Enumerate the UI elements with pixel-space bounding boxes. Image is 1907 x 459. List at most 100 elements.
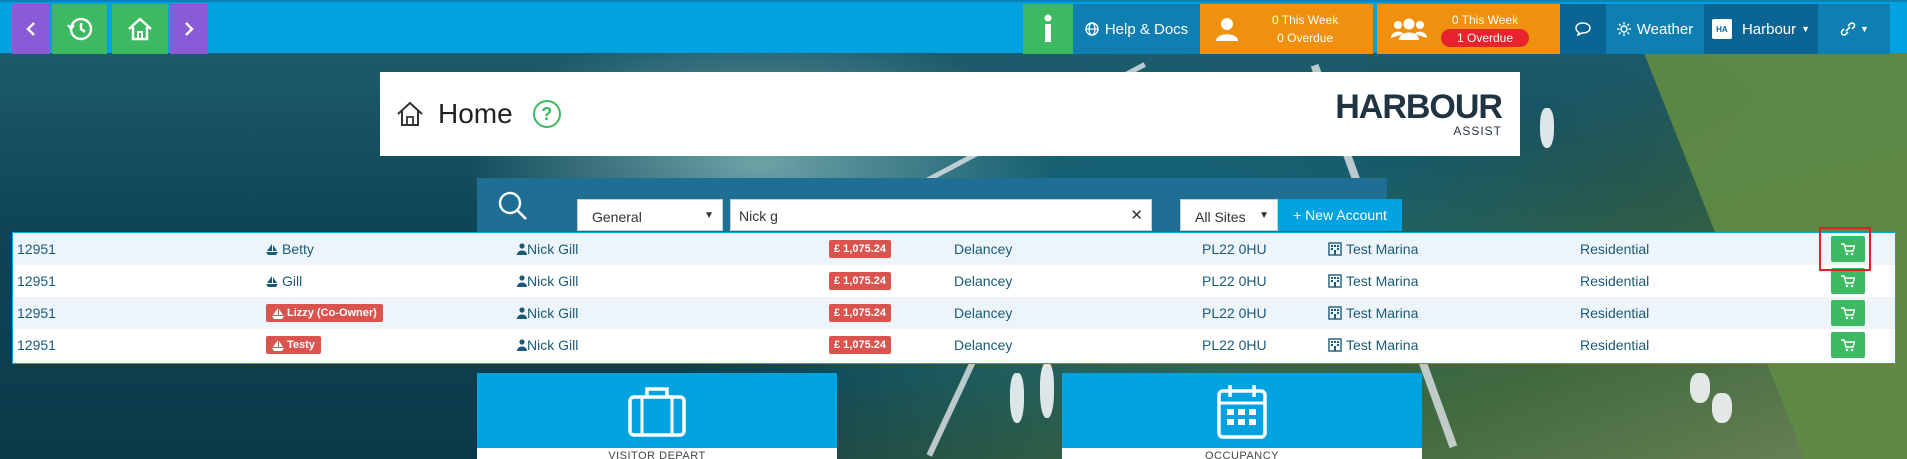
owner-link[interactable]: Nick Gill xyxy=(517,233,578,265)
briefcase-icon xyxy=(628,387,686,437)
site-link[interactable]: Test Marina xyxy=(1328,329,1418,361)
site-link[interactable]: Test Marina xyxy=(1328,297,1418,329)
weather-label: Weather xyxy=(1636,20,1694,38)
account-id: 12951 xyxy=(17,273,56,289)
caret-down-icon: ▼ xyxy=(1801,24,1811,34)
cart-button[interactable] xyxy=(1831,268,1865,294)
building-icon xyxy=(1328,306,1342,320)
help-icon[interactable]: ? xyxy=(532,100,561,128)
address: Delancey xyxy=(954,305,1013,321)
caret-down-icon: ▼ xyxy=(704,210,714,221)
account-type: Residential xyxy=(1580,241,1650,257)
individual-tasks-button[interactable]: 0 This Week 0 Overdue xyxy=(1200,4,1373,54)
site-name: Test Marina xyxy=(1346,305,1419,321)
user-icon xyxy=(517,307,527,319)
user-icon xyxy=(517,243,527,255)
chevron-right-icon xyxy=(185,22,194,36)
history-button[interactable] xyxy=(52,4,107,54)
harbour-logo-badge: HA xyxy=(1711,19,1732,39)
boat-tag[interactable]: Testy xyxy=(266,336,321,354)
page-title: Home xyxy=(438,98,513,129)
logo-sub-text: ASSIST xyxy=(1453,124,1502,138)
top-navbar: Help & Docs 0 This Week 0 Overdue 0 This… xyxy=(0,0,1907,54)
table-row[interactable]: 12951 Betty Nick Gill £ 1,075.24 Delance… xyxy=(13,233,1895,265)
tile-visitor-depart[interactable]: VISITOR DEPART xyxy=(477,373,837,459)
individual-overdue: 0 Overdue xyxy=(1277,31,1334,45)
site-link[interactable]: Test Marina xyxy=(1328,233,1418,265)
messages-button[interactable] xyxy=(1560,4,1606,54)
owner-name: Nick Gill xyxy=(527,337,579,353)
sites-select[interactable]: All Sites ▼ xyxy=(1180,199,1278,231)
harbour-menu-button[interactable]: HA Harbour ▼ xyxy=(1704,4,1818,54)
history-icon xyxy=(66,17,92,41)
address: Delancey xyxy=(954,273,1013,289)
user-icon xyxy=(517,275,527,287)
clear-search-icon[interactable]: ✕ xyxy=(1130,206,1143,224)
harbour-label: Harbour xyxy=(1741,20,1797,38)
tile-label: OCCUPANCY xyxy=(1062,448,1422,459)
postcode: PL22 0HU xyxy=(1202,337,1267,353)
site-name: Test Marina xyxy=(1346,241,1419,257)
boat-tag[interactable]: Lizzy (Co-Owner) xyxy=(266,304,383,322)
sites-value: All Sites xyxy=(1195,209,1246,225)
table-row[interactable]: 12951 Testy Nick Gill £ 1,075.24 Delance… xyxy=(13,329,1895,361)
search-results-list: 12951 Betty Nick Gill £ 1,075.24 Delance… xyxy=(12,232,1896,364)
account-id: 12951 xyxy=(17,337,56,353)
postcode: PL22 0HU xyxy=(1202,241,1267,257)
tile-label: VISITOR DEPART xyxy=(477,448,837,459)
balance-badge: £ 1,075.24 xyxy=(829,240,891,258)
users-icon xyxy=(1391,18,1427,40)
chat-icon xyxy=(1575,22,1591,36)
info-icon xyxy=(1044,14,1052,42)
boat-link[interactable]: Betty xyxy=(266,241,314,257)
table-row[interactable]: 12951 Lizzy (Co-Owner) Nick Gill £ 1,075… xyxy=(13,297,1895,329)
address: Delancey xyxy=(954,337,1013,353)
help-docs-label: Help & Docs xyxy=(1104,20,1189,38)
account-type: Residential xyxy=(1580,305,1650,321)
home-icon xyxy=(128,17,152,41)
table-row[interactable]: 12951 Gill Nick Gill £ 1,075.24 Delancey… xyxy=(13,265,1895,297)
category-select[interactable]: General ▼ xyxy=(577,199,723,231)
cart-button[interactable] xyxy=(1831,332,1865,358)
home-button[interactable] xyxy=(112,4,168,54)
search-query: Nick g xyxy=(739,208,778,224)
boat-icon xyxy=(272,339,284,351)
site-name: Test Marina xyxy=(1346,337,1419,353)
address: Delancey xyxy=(954,241,1013,257)
search-bar: General ▼ Nick g ✕ All Sites ▼ + New Acc… xyxy=(477,178,1402,232)
boat-name: Testy xyxy=(287,339,315,351)
links-menu-button[interactable]: ▼ xyxy=(1818,4,1890,54)
owner-link[interactable]: Nick Gill xyxy=(517,297,578,329)
individual-this-week: 0 This Week xyxy=(1272,13,1339,27)
help-docs-button[interactable]: Help & Docs xyxy=(1073,4,1200,54)
forward-button[interactable] xyxy=(170,4,208,54)
user-icon xyxy=(517,339,527,351)
account-type: Residential xyxy=(1580,273,1650,289)
caret-down-icon: ▼ xyxy=(1259,210,1269,221)
globe-icon xyxy=(1085,22,1099,36)
building-icon xyxy=(1328,274,1342,288)
group-overdue-badge: 1 Overdue xyxy=(1441,29,1530,47)
weather-button[interactable]: Weather xyxy=(1606,4,1704,54)
site-link[interactable]: Test Marina xyxy=(1328,265,1418,297)
owner-name: Nick Gill xyxy=(527,273,579,289)
balance-badge: £ 1,075.24 xyxy=(829,336,891,354)
new-account-button[interactable]: + New Account xyxy=(1278,199,1402,231)
cart-button[interactable] xyxy=(1831,236,1865,262)
group-tasks-button[interactable]: 0 This Week 1 Overdue xyxy=(1377,4,1560,54)
back-button[interactable] xyxy=(12,4,50,54)
owner-name: Nick Gill xyxy=(527,241,579,257)
cart-button[interactable] xyxy=(1831,300,1865,326)
boat-icon xyxy=(266,243,278,255)
owner-link[interactable]: Nick Gill xyxy=(517,265,578,297)
tile-occupancy[interactable]: OCCUPANCY xyxy=(1062,373,1422,459)
user-icon xyxy=(1216,18,1238,41)
search-input[interactable]: Nick g ✕ xyxy=(730,199,1152,231)
owner-link[interactable]: Nick Gill xyxy=(517,329,578,361)
boat-icon xyxy=(266,275,278,287)
account-id: 12951 xyxy=(17,241,56,257)
owner-name: Nick Gill xyxy=(527,305,579,321)
boat-link[interactable]: Gill xyxy=(266,273,302,289)
harbour-assist-logo: HARBOUR ASSIST xyxy=(1335,90,1503,138)
info-button[interactable] xyxy=(1023,4,1073,54)
